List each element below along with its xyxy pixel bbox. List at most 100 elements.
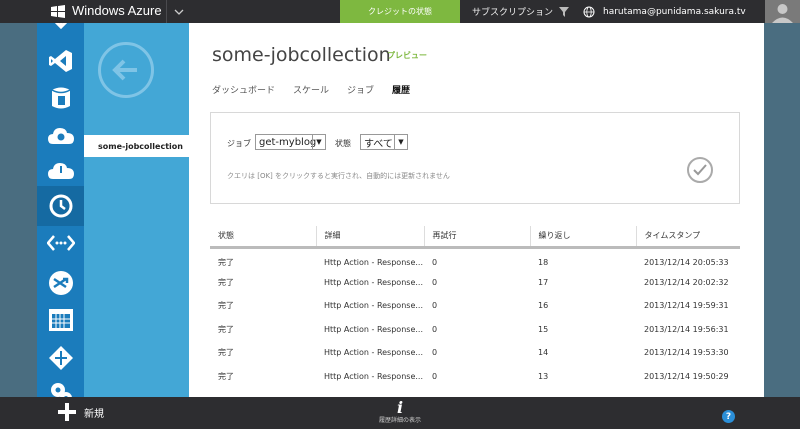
cell-retry: 0 — [432, 277, 438, 287]
cell-timestamp: 2013/12/14 20:05:33 — [644, 257, 729, 267]
top-bar: Windows Azure クレジットの状態 サブスクリプション harutam… — [0, 0, 800, 23]
plus-icon — [58, 403, 76, 421]
nav-item-api[interactable] — [37, 223, 84, 263]
cell-timestamp: 2013/12/14 20:02:32 — [644, 277, 729, 287]
column-header-status[interactable]: 状態 — [210, 226, 317, 249]
nav-item-storage[interactable] — [37, 78, 84, 118]
table-row[interactable]: 完了 Http Action - Response... 0 16 2013/1… — [210, 294, 740, 318]
job-filter-label: ジョブ — [227, 139, 251, 148]
status-select-value: すべて — [364, 138, 393, 150]
user-email: harutama@punidama.sakura.tv — [603, 6, 746, 17]
gear-icon — [50, 383, 72, 397]
page-title: some-jobcollection — [212, 44, 391, 66]
credit-status-button[interactable]: クレジットの状態 — [340, 0, 460, 23]
left-gutter — [0, 23, 37, 397]
cell-retry: 0 — [432, 301, 438, 311]
cell-timestamp: 2013/12/14 19:50:29 — [644, 371, 729, 381]
subscriptions-label: サブスクリプション — [472, 8, 554, 18]
ok-button[interactable] — [687, 157, 713, 183]
column-header-details[interactable]: 詳細 — [316, 226, 425, 249]
table-row[interactable]: 完了 Http Action - Response... 0 14 2013/1… — [210, 341, 740, 365]
new-button[interactable]: 新規 — [58, 403, 104, 421]
new-label: 新規 — [84, 408, 104, 420]
main-content: some-jobcollection プレビュー ダッシュボード スケール ジョ… — [189, 23, 764, 397]
filter-box: ジョブ get-myblog ▼ 状態 すべて ▼ クエリは [OK] をクリッ… — [210, 112, 740, 204]
cell-details: Http Action - Response... — [324, 324, 423, 334]
subscriptions-button[interactable]: サブスクリプション — [472, 0, 570, 23]
nav-item-hdinsight[interactable] — [37, 116, 84, 156]
cell-status: 完了 — [218, 348, 234, 358]
view-history-details-label: 履歴詳細の表示 — [378, 417, 421, 424]
service-nav — [37, 23, 84, 397]
cell-timestamp: 2013/12/14 19:56:31 — [644, 324, 729, 334]
resource-panel: some-jobcollection — [84, 23, 189, 397]
cell-status: 完了 — [218, 324, 234, 334]
column-header-repeat[interactable]: 繰り返し — [530, 226, 637, 249]
cell-details: Http Action - Response... — [324, 301, 423, 311]
cell-repeat: 15 — [538, 324, 549, 334]
help-icon[interactable]: ? — [722, 410, 735, 423]
nav-item-settings[interactable] — [37, 373, 84, 397]
chevron-down-icon[interactable] — [166, 0, 190, 23]
job-select-value: get-myblog — [259, 136, 317, 148]
table-row[interactable]: 完了 Http Action - Response... 0 17 2013/1… — [210, 271, 740, 295]
arrow-left-icon — [112, 59, 137, 81]
cell-repeat: 18 — [538, 257, 549, 267]
cell-status: 完了 — [218, 371, 234, 381]
nav-item-sql[interactable] — [37, 300, 84, 340]
cell-details: Http Action - Response... — [324, 371, 423, 381]
cloud-gear-icon — [47, 128, 74, 144]
nav-item-visual-studio[interactable] — [37, 41, 84, 81]
nav-item-network[interactable] — [37, 338, 84, 378]
preview-badge: プレビュー — [387, 51, 427, 60]
brand-title[interactable]: Windows Azure — [72, 3, 162, 18]
user-menu[interactable]: harutama@punidama.sakura.tv — [583, 0, 746, 23]
nav-item-scheduler[interactable] — [37, 186, 84, 226]
cell-details: Http Action - Response... — [324, 348, 423, 358]
cell-details: Http Action - Response... — [324, 257, 423, 267]
visual-studio-icon — [48, 50, 72, 72]
tab-bar: ダッシュボード スケール ジョブ 履歴 — [212, 83, 410, 96]
cell-details: Http Action - Response... — [324, 277, 423, 287]
cell-status: 完了 — [218, 257, 234, 267]
history-table: 状態 詳細 再試行 繰り返し タイムスタンプ 完了 Http Action - … — [210, 226, 740, 388]
column-header-timestamp[interactable]: タイムスタンプ — [636, 226, 740, 249]
view-history-details-button[interactable]: i 履歴詳細の表示 — [360, 400, 440, 425]
cloud-icon — [47, 163, 74, 179]
table-header-row: 状態 詳細 再試行 繰り返し タイムスタンプ — [210, 226, 740, 249]
nav-item-cloud-services[interactable] — [37, 23, 84, 41]
checkmark-icon — [693, 164, 707, 176]
filter-icon — [559, 6, 570, 17]
nav-item-media[interactable] — [37, 151, 84, 191]
cell-retry: 0 — [432, 324, 438, 334]
cell-retry: 0 — [432, 371, 438, 381]
table-grid-icon — [48, 309, 73, 331]
table-row[interactable]: 完了 Http Action - Response... 0 18 2013/1… — [210, 247, 740, 271]
job-select[interactable]: get-myblog ▼ — [255, 134, 326, 150]
table-row[interactable]: 完了 Http Action - Response... 0 13 2013/1… — [210, 365, 740, 389]
status-select[interactable]: すべて ▼ — [360, 134, 408, 150]
tab-jobs[interactable]: ジョブ — [347, 83, 374, 96]
cell-repeat: 16 — [538, 301, 549, 311]
code-brackets-icon — [46, 235, 75, 251]
cell-repeat: 13 — [538, 371, 549, 381]
tab-dashboard[interactable]: ダッシュボード — [212, 83, 275, 96]
back-button[interactable] — [98, 42, 154, 98]
cell-repeat: 14 — [538, 348, 549, 358]
avatar[interactable] — [765, 0, 800, 23]
status-filter-label: 状態 — [335, 139, 351, 148]
chevron-down-icon: ▼ — [394, 135, 407, 149]
cell-status: 完了 — [218, 301, 234, 311]
query-note: クエリは [OK] をクリックすると実行され、自動的には更新されません — [227, 172, 450, 180]
panel-item-jobcollection[interactable]: some-jobcollection — [84, 135, 189, 157]
globe-icon — [583, 6, 595, 17]
table-row[interactable]: 完了 Http Action - Response... 0 15 2013/1… — [210, 318, 740, 342]
cell-retry: 0 — [432, 257, 438, 267]
column-header-retry[interactable]: 再試行 — [424, 226, 531, 249]
tab-scale[interactable]: スケール — [293, 83, 329, 96]
tab-history[interactable]: 履歴 — [392, 83, 410, 96]
command-bar: 新規 i 履歴詳細の表示 ? — [0, 397, 800, 429]
nav-item-service-bus[interactable] — [37, 263, 84, 303]
cell-retry: 0 — [432, 348, 438, 358]
cell-repeat: 17 — [538, 277, 549, 287]
